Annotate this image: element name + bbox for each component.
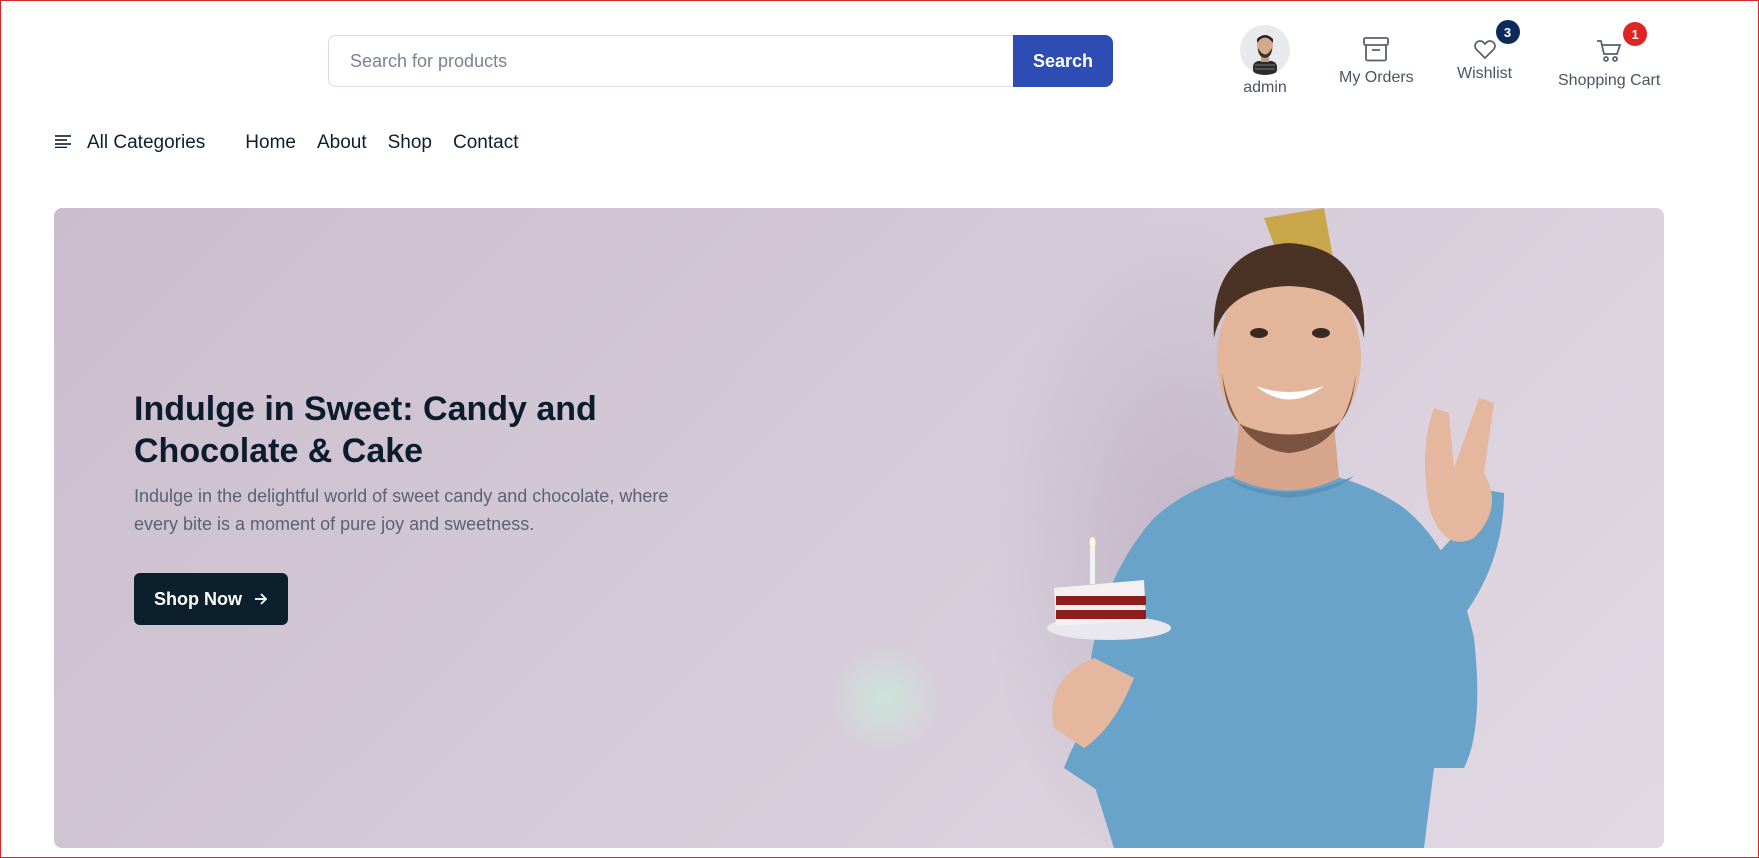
hero-title: Indulge in Sweet: Candy and Chocolate & … — [134, 390, 597, 470]
hero-light-glow — [824, 648, 944, 748]
hero-man-with-cake-image — [1047, 208, 1504, 848]
shopping-cart-label: Shopping Cart — [1558, 72, 1661, 89]
cart-icon: 1 — [1593, 22, 1648, 67]
nav-link-shop[interactable]: Shop — [388, 132, 432, 154]
nav-link-contact[interactable]: Contact — [453, 132, 518, 154]
arrow-right-icon — [254, 589, 268, 610]
avatar — [1240, 25, 1290, 75]
search-input[interactable] — [328, 35, 1013, 87]
search-bar: Search — [328, 35, 1113, 87]
nav-link-about[interactable]: About — [317, 132, 367, 154]
shopping-cart-link[interactable]: 1 Shopping Cart — [1558, 22, 1661, 90]
shop-now-button[interactable]: Shop Now — [134, 573, 288, 625]
search-button[interactable]: Search — [1013, 35, 1113, 87]
my-orders-link[interactable]: My Orders — [1339, 33, 1414, 87]
main-nav: All Categories Home About Shop Contact — [55, 128, 539, 158]
hero-banner: Indulge in Sweet: Candy and Chocolate & … — [54, 208, 1664, 848]
menu-lines-icon — [55, 134, 71, 153]
user-label: admin — [1243, 79, 1287, 96]
wishlist-label: Wishlist — [1457, 65, 1513, 82]
archive-box-icon — [1360, 33, 1392, 65]
all-categories-label: All Categories — [87, 132, 206, 153]
wishlist-count-badge: 3 — [1495, 20, 1520, 44]
my-orders-label: My Orders — [1339, 69, 1414, 86]
all-categories-toggle[interactable]: All Categories — [55, 132, 205, 154]
heart-icon: 3 — [1469, 20, 1520, 65]
hero-subtitle: Indulge in the delightful world of sweet… — [134, 486, 669, 534]
cart-count-badge: 1 — [1623, 22, 1648, 46]
user-account[interactable]: admin — [1240, 25, 1290, 97]
shop-now-label: Shop Now — [154, 588, 242, 609]
wishlist-link[interactable]: 3 Wishlist — [1457, 20, 1520, 83]
nav-link-home[interactable]: Home — [245, 132, 296, 154]
